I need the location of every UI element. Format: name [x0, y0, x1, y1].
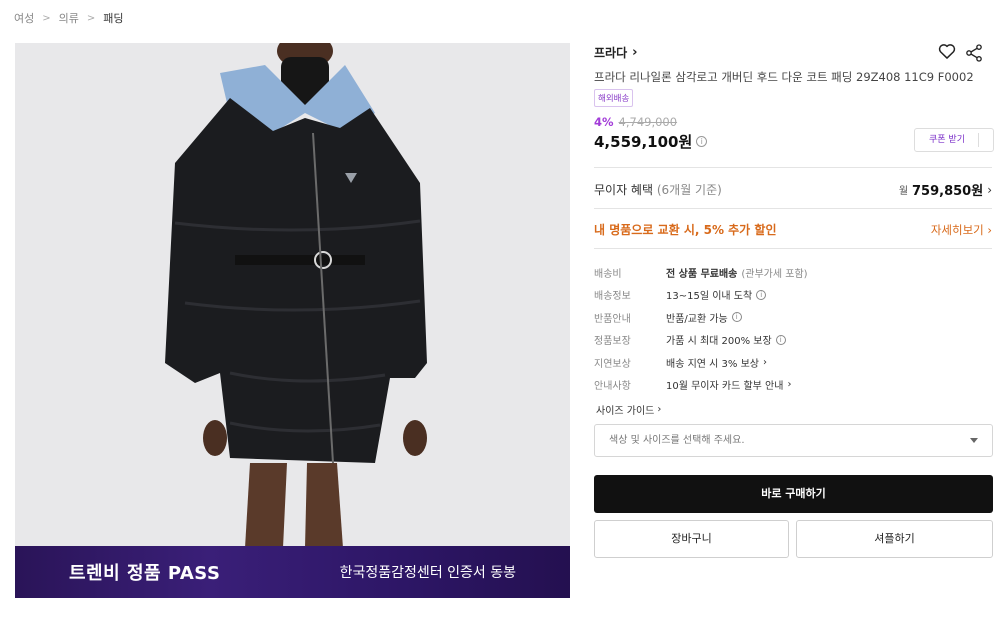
- installment-amount: 759,850원: [912, 184, 984, 199]
- detail-note: (관부가세 포함): [741, 268, 808, 280]
- discount-row: 4% 4,749,000: [594, 115, 677, 129]
- detail-value-text: 13~15일 이내 도착: [666, 291, 753, 303]
- discount-rate: 4%: [594, 115, 614, 129]
- info-icon[interactable]: i: [756, 289, 767, 300]
- detail-value: 배송 지연 시 3% 보상 ›: [666, 355, 767, 370]
- detail-value-text: 10월 무이자 카드 할부 안내: [666, 381, 784, 393]
- installment-amount-wrap: 월 759,850원 ›: [898, 180, 992, 200]
- option-select-placeholder: 색상 및 사이즈를 선택해 주세요.: [609, 435, 745, 446]
- detail-label: 안내사항: [594, 381, 631, 393]
- installment-label: 무이자 혜택: [594, 183, 654, 197]
- detail-label: 배송비: [594, 268, 622, 280]
- chevron-right-icon: ›: [657, 404, 662, 415]
- installment-note: (6개월 기준): [656, 183, 722, 197]
- installment-label-wrap: 무이자 혜택 (6개월 기준): [594, 181, 722, 198]
- info-icon[interactable]: i: [731, 312, 742, 323]
- detail-label: 지연보상: [594, 358, 631, 370]
- shuffle-button[interactable]: 셔플하기: [796, 520, 993, 558]
- breadcrumb-item-clothing[interactable]: 의류: [59, 10, 79, 26]
- detail-value-text: 배송 지연 시 3% 보상: [666, 358, 759, 370]
- delivery-details: 배송비 전 상품 무료배송 (관부가세 포함) 배송정보 13~15일 이내 도…: [594, 261, 992, 396]
- installment-row[interactable]: 무이자 혜택 (6개월 기준) 월 759,850원 ›: [594, 180, 992, 200]
- detail-value: 10월 무이자 카드 할부 안내 ›: [666, 377, 791, 392]
- product-image[interactable]: 트렌비 정품 PASS 한국정품감정센터 인증서 동봉: [15, 43, 570, 598]
- jacket-illustration: [15, 43, 570, 548]
- detail-value-text: 반품/교환 가능: [666, 313, 728, 325]
- heart-icon[interactable]: [937, 41, 957, 61]
- info-icon[interactable]: i: [696, 136, 708, 147]
- coupon-button[interactable]: 쿠폰 받기: [914, 128, 994, 152]
- detail-row-notice[interactable]: 안내사항 10월 무이자 카드 할부 안내 ›: [594, 374, 992, 397]
- detail-row-return: 반품안내 반품/교환 가능 i: [594, 306, 992, 329]
- authenticity-banner: 트렌비 정품 PASS 한국정품감정센터 인증서 동봉: [15, 546, 570, 598]
- installment-prefix: 월: [898, 186, 909, 197]
- detail-value: 반품/교환 가능 i: [666, 310, 742, 325]
- detail-value-text: 가품 시 최대 200% 보장: [666, 336, 772, 348]
- chevron-right-icon: ›: [787, 379, 792, 391]
- banner-title: 트렌비 정품 PASS: [69, 563, 221, 584]
- divider: [594, 167, 992, 168]
- exchange-detail-link[interactable]: 자세히보기 ›: [931, 222, 992, 238]
- product-title: 프라다 리나일론 삼각로고 개버딘 후드 다운 코트 패딩 29Z408 11C…: [594, 70, 974, 84]
- detail-row-shipping-fee: 배송비 전 상품 무료배송 (관부가세 포함): [594, 261, 992, 284]
- size-guide-link[interactable]: 사이즈 가이드 ›: [596, 402, 661, 417]
- detail-value: 가품 시 최대 200% 보장 i: [666, 332, 786, 347]
- chevron-right-icon: ›: [987, 182, 992, 197]
- overseas-shipping-badge: 해외배송: [594, 89, 634, 107]
- detail-label: 정품보장: [594, 336, 631, 348]
- chevron-right-icon: ›: [987, 222, 992, 237]
- divider: [594, 208, 992, 209]
- price-row: 4,559,100원 i: [594, 131, 708, 152]
- chevron-right-icon: >: [42, 12, 51, 24]
- brand-name: 프라다: [594, 46, 628, 60]
- detail-label: 반품안내: [594, 313, 631, 325]
- detail-row-authenticity: 정품보장 가품 시 최대 200% 보장 i: [594, 329, 992, 352]
- banner-subtitle: 한국정품감정센터 인증서 동봉: [339, 565, 516, 581]
- original-price: 4,749,000: [618, 115, 678, 129]
- sale-price: 4,559,100원: [594, 133, 693, 151]
- detail-row-delay[interactable]: 지연보상 배송 지연 시 3% 보상 ›: [594, 351, 992, 374]
- breadcrumb-item-women[interactable]: 여성: [14, 10, 34, 26]
- detail-label: 배송정보: [594, 291, 631, 303]
- size-guide-label: 사이즈 가이드: [596, 406, 655, 417]
- caret-down-icon: [970, 438, 978, 443]
- exchange-label: 내 명품으로 교환 시, 5% 추가 할인: [594, 223, 777, 237]
- breadcrumb-item-padding[interactable]: 패딩: [103, 10, 123, 26]
- detail-value: 전 상품 무료배송 (관부가세 포함): [666, 265, 808, 280]
- exchange-row[interactable]: 내 명품으로 교환 시, 5% 추가 할인 자세히보기 ›: [594, 221, 992, 238]
- buy-now-button[interactable]: 바로 구매하기: [594, 475, 993, 513]
- chevron-right-icon: >: [86, 12, 96, 24]
- exchange-link-text: 자세히보기: [930, 222, 984, 237]
- brand-link[interactable]: 프라다 ›: [594, 44, 637, 61]
- breadcrumb: 여성 > 의류 > 패딩: [14, 10, 124, 26]
- info-icon[interactable]: i: [775, 334, 786, 345]
- share-icon[interactable]: [964, 43, 984, 63]
- detail-value-text: 전 상품 무료배송: [666, 268, 738, 280]
- detail-value: 13~15일 이내 도착 i: [666, 287, 767, 303]
- divider: [594, 248, 992, 249]
- detail-row-shipping-info: 배송정보 13~15일 이내 도착 i: [594, 284, 992, 307]
- chevron-right-icon: ›: [632, 45, 638, 60]
- chevron-right-icon: ›: [762, 356, 767, 368]
- cart-button[interactable]: 장바구니: [594, 520, 789, 558]
- option-select[interactable]: 색상 및 사이즈를 선택해 주세요.: [594, 424, 993, 457]
